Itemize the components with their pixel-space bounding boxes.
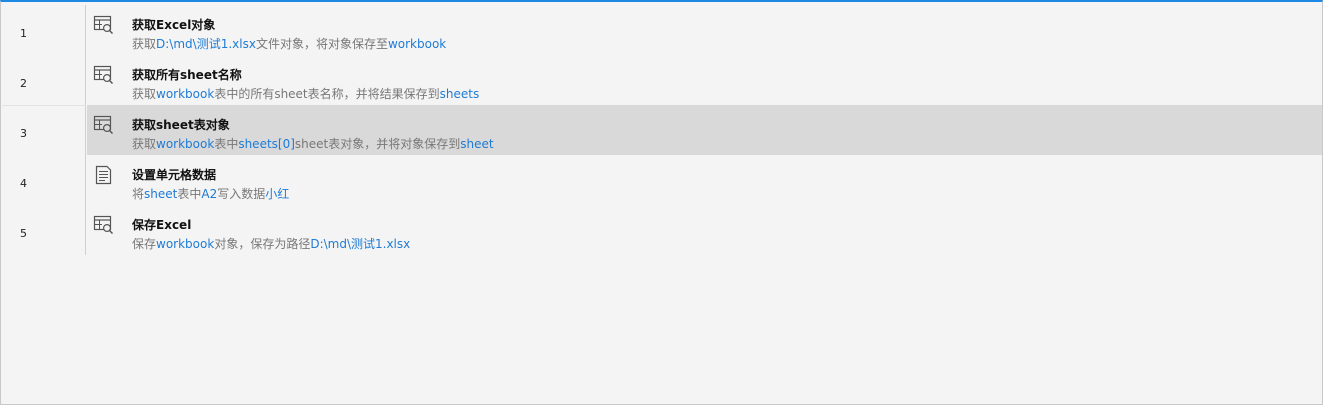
step-row-2[interactable]: 2 获取所有sheet名称 获取workbook表中的所有sheet表名称，并将… bbox=[2, 55, 1322, 105]
step-row-5[interactable]: 5 保存Excel 保存workbook对象，保存为路径D:\md\测试1.xl… bbox=[2, 205, 1322, 255]
variable-token: workbook bbox=[387, 37, 447, 51]
variable-token: D:\md\测试1.xlsx bbox=[310, 237, 411, 251]
line-number: 1 bbox=[20, 27, 27, 40]
variable-token: A2 bbox=[201, 187, 218, 201]
document-lines-icon bbox=[93, 165, 115, 185]
description-text: 表中 bbox=[214, 137, 239, 151]
line-number-cell: 3 bbox=[2, 105, 86, 155]
step-description: 将sheet表中A2写入数据小红 bbox=[132, 186, 289, 202]
line-number: 4 bbox=[20, 177, 27, 190]
variable-token: workbook bbox=[156, 137, 215, 151]
step-content[interactable]: 获取所有sheet名称 获取workbook表中的所有sheet表名称，并将结果… bbox=[87, 55, 1322, 105]
step-content[interactable]: 保存Excel 保存workbook对象，保存为路径D:\md\测试1.xlsx bbox=[87, 205, 1322, 255]
excel-table-search-icon bbox=[93, 215, 115, 235]
step-title: 保存Excel bbox=[132, 218, 192, 232]
description-text: 写入数据 bbox=[217, 187, 266, 201]
step-description: 获取workbook表中sheets[0]sheet表对象，并将对象保存到she… bbox=[132, 136, 494, 152]
step-row-1[interactable]: 1 获取Excel对象 获取D:\md\测试1.xlsx文件对象，将对象保存至w… bbox=[2, 5, 1322, 55]
description-text: 表中 bbox=[177, 187, 202, 201]
line-number: 2 bbox=[20, 77, 27, 90]
description-text: 获取 bbox=[132, 87, 157, 101]
step-title: 获取Excel对象 bbox=[132, 18, 216, 32]
step-content[interactable]: 设置单元格数据 将sheet表中A2写入数据小红 bbox=[87, 155, 1322, 205]
step-description: 获取D:\md\测试1.xlsx文件对象，将对象保存至workbook bbox=[132, 36, 446, 52]
step-description: 保存workbook对象，保存为路径D:\md\测试1.xlsx bbox=[132, 236, 410, 252]
variable-token: sheets[0] bbox=[238, 137, 295, 151]
line-number: 3 bbox=[20, 127, 27, 140]
description-text: 获取 bbox=[132, 137, 157, 151]
description-text: 将 bbox=[132, 187, 145, 201]
step-title: 获取sheet表对象 bbox=[132, 118, 230, 132]
step-content[interactable]: 获取sheet表对象 获取workbook表中sheets[0]sheet表对象… bbox=[87, 105, 1322, 155]
step-row-3[interactable]: 3 获取sheet表对象 获取workbook表中sheets[0]sheet表… bbox=[2, 105, 1322, 155]
variable-token: sheets bbox=[439, 87, 480, 101]
excel-table-search-icon bbox=[93, 15, 115, 35]
description-text: 表中的所有sheet表名称，并将结果保存到 bbox=[214, 87, 440, 101]
excel-table-search-icon bbox=[93, 65, 115, 85]
step-title: 获取所有sheet名称 bbox=[132, 68, 242, 82]
line-number-cell: 4 bbox=[2, 155, 86, 205]
line-number: 5 bbox=[20, 227, 27, 240]
description-text: 保存 bbox=[132, 237, 157, 251]
flow-editor-panel: 1 获取Excel对象 获取D:\md\测试1.xlsx文件对象，将对象保存至w… bbox=[0, 0, 1323, 405]
description-text: 文件对象，将对象保存至 bbox=[255, 37, 388, 51]
description-text: 获取 bbox=[132, 37, 157, 51]
step-content[interactable]: 获取Excel对象 获取D:\md\测试1.xlsx文件对象，将对象保存至wor… bbox=[87, 5, 1322, 55]
step-description: 获取workbook表中的所有sheet表名称，并将结果保存到sheets bbox=[132, 86, 479, 102]
excel-table-search-icon bbox=[93, 115, 115, 135]
variable-token: workbook bbox=[156, 237, 215, 251]
line-number-cell: 1 bbox=[2, 5, 86, 55]
step-row-4[interactable]: 4 设置单元格数据 将sheet表中A2写入数据小红 bbox=[2, 155, 1322, 205]
line-number-cell: 5 bbox=[2, 205, 86, 255]
variable-token: sheet bbox=[460, 137, 494, 151]
variable-token: D:\md\测试1.xlsx bbox=[156, 37, 256, 51]
variable-token: workbook bbox=[156, 87, 215, 101]
variable-token: sheet bbox=[144, 187, 178, 201]
line-number-cell: 2 bbox=[2, 55, 86, 105]
description-text: sheet表对象，并将对象保存到 bbox=[294, 137, 461, 151]
description-text: 对象，保存为路径 bbox=[214, 237, 311, 251]
variable-token: 小红 bbox=[265, 187, 290, 201]
step-title: 设置单元格数据 bbox=[132, 168, 217, 182]
